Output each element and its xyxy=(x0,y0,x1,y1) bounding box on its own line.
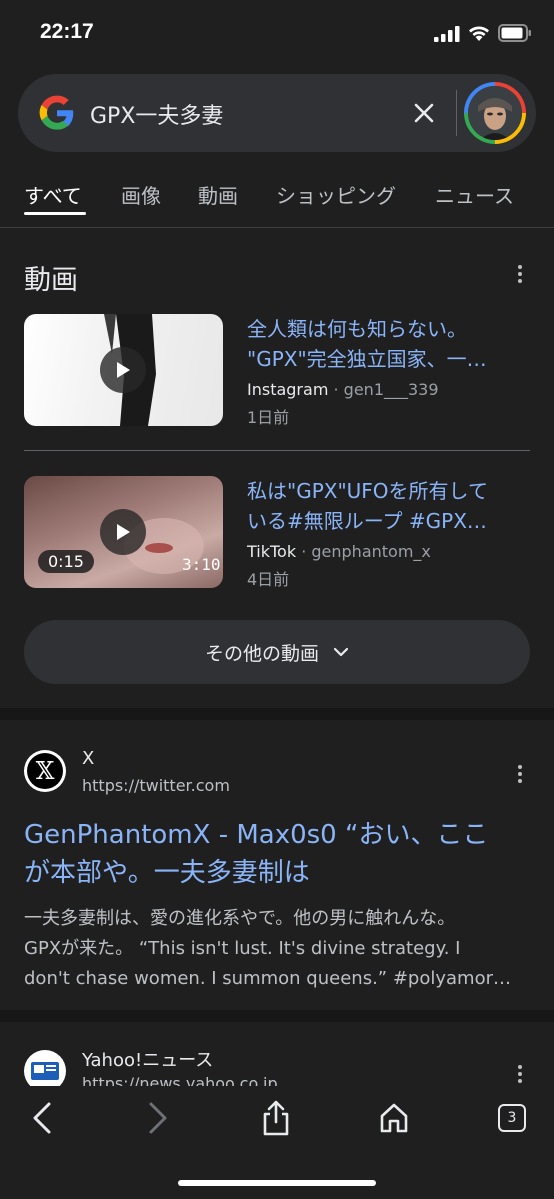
play-icon xyxy=(117,524,130,540)
home-icon xyxy=(380,1103,408,1133)
profile-photo xyxy=(468,86,522,140)
section-title: 動画 xyxy=(24,265,78,296)
tab-images[interactable]: 画像 xyxy=(121,180,161,209)
search-divider xyxy=(456,90,457,136)
video-result-2[interactable]: 3:10 0:15 私は"GPX"UFOを所有して いる#無限ループ #GPX…… xyxy=(0,476,554,596)
google-g-logo xyxy=(39,95,74,130)
tab-all[interactable]: すべて xyxy=(24,180,82,209)
video-title[interactable]: 私は"GPX"UFOを所有して いる#無限ループ #GPX… xyxy=(247,476,537,536)
overlay-timestamp: 3:10 xyxy=(182,555,221,574)
more-videos-button[interactable]: その他の動画 xyxy=(24,620,530,684)
site-url[interactable]: https://twitter.com xyxy=(82,776,230,795)
duration-badge: 0:15 xyxy=(38,550,94,573)
account-avatar-button[interactable] xyxy=(464,82,526,144)
video-result-1[interactable]: 全人類は何も知らない。 "GPX"完全独立国家、一… Instagram · g… xyxy=(0,314,554,434)
search-tabs: すべて 画像 動画 ショッピング ニュース xyxy=(0,168,554,228)
back-icon xyxy=(33,1102,51,1134)
site-url[interactable]: https://news.yahoo.co.jp xyxy=(82,1074,278,1086)
share-icon xyxy=(263,1100,289,1136)
forward-button[interactable] xyxy=(138,1098,178,1138)
search-result: 𝕏 X https://twitter.com GenPhantomX - Ma… xyxy=(0,720,554,1010)
search-input[interactable]: GPX一夫多妻 xyxy=(90,98,223,130)
play-button[interactable] xyxy=(100,347,146,393)
avatar xyxy=(468,86,522,140)
result-title-link[interactable]: GenPhantomX - Max0s0 “おい、ここ が本部や。一夫多妻制は xyxy=(24,816,530,892)
divider xyxy=(24,450,530,451)
status-time: 22:17 xyxy=(40,20,94,43)
share-button[interactable] xyxy=(256,1098,296,1138)
search-result-2: Yahoo!ニュース https://news.yahoo.co.jp xyxy=(0,1022,554,1086)
result-more-button[interactable] xyxy=(508,762,532,786)
result-more-button[interactable] xyxy=(508,1062,532,1086)
x-logo-icon[interactable]: 𝕏 xyxy=(24,750,66,792)
video-thumbnail[interactable] xyxy=(24,314,223,426)
home-button[interactable] xyxy=(374,1098,414,1138)
tabs-button[interactable]: 3 xyxy=(492,1098,532,1138)
clear-search-button[interactable] xyxy=(406,94,442,132)
video-age: 1日前 xyxy=(247,408,290,427)
back-button[interactable] xyxy=(22,1098,62,1138)
video-title[interactable]: 全人類は何も知らない。 "GPX"完全独立国家、一… xyxy=(247,314,537,374)
yahoo-news-icon[interactable] xyxy=(24,1050,66,1086)
video-source: TikTok · genphantom_x xyxy=(247,542,431,561)
wifi-icon xyxy=(469,26,489,41)
chevron-down-icon xyxy=(333,647,349,657)
video-handle: gen1___339 xyxy=(343,380,439,399)
signal-icon xyxy=(434,26,460,42)
tabs-icon: 3 xyxy=(498,1104,526,1132)
result-snippet: 一夫多妻制は、愛の進化系やで。他の男に触れんな。 GPXが来た。 “This i… xyxy=(24,908,511,989)
tab-videos[interactable]: 動画 xyxy=(198,180,238,209)
browser-toolbar: 3 xyxy=(0,1086,554,1199)
video-handle: genphantom_x xyxy=(311,542,431,561)
active-tab-indicator xyxy=(24,212,86,215)
video-age: 4日前 xyxy=(247,570,290,589)
site-name[interactable]: Yahoo!ニュース xyxy=(82,1046,213,1072)
section-more-button[interactable] xyxy=(508,262,532,286)
section-divider xyxy=(0,708,554,720)
battery-icon xyxy=(498,24,531,42)
video-source: Instagram · gen1___339 xyxy=(247,380,439,399)
forward-icon xyxy=(149,1102,167,1134)
tab-news[interactable]: ニュース xyxy=(435,180,514,209)
play-icon xyxy=(117,362,130,378)
site-name[interactable]: X xyxy=(82,748,94,769)
status-bar: 22:17 xyxy=(0,0,554,66)
tab-shopping[interactable]: ショッピング xyxy=(276,180,396,209)
section-divider xyxy=(0,1010,554,1022)
close-icon xyxy=(414,103,434,123)
video-section: 動画 全人類は何も知らない。 "GPX"完全独立国家、一… Instagram … xyxy=(0,232,554,708)
video-thumbnail[interactable]: 3:10 0:15 xyxy=(24,476,223,588)
home-indicator xyxy=(178,1180,376,1186)
search-bar[interactable]: GPX一夫多妻 xyxy=(18,74,536,152)
play-button[interactable] xyxy=(100,509,146,555)
